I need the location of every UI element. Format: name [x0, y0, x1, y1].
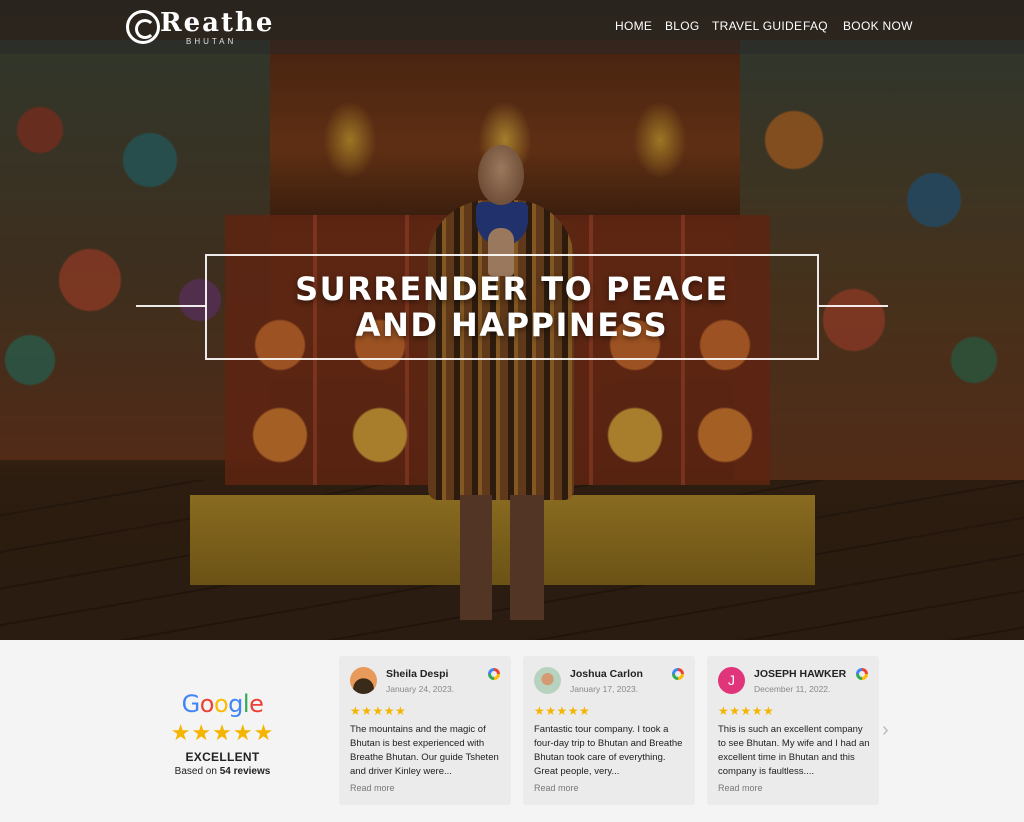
nav-faq[interactable]: FAQ	[803, 19, 828, 33]
review-text: This is such an excellent company to see…	[718, 724, 870, 777]
review-date: January 24, 2023.	[386, 684, 455, 694]
review-text: The mountains and the magic of Bhutan is…	[350, 724, 499, 777]
headline-rule-left	[136, 305, 206, 307]
read-more-link[interactable]: Read more	[718, 783, 763, 793]
hero-headline: SURRENDER TO PEACE AND HAPPINESS	[295, 270, 729, 344]
summary-stars: ★★★★★	[170, 720, 275, 745]
next-arrow-icon[interactable]: ›	[882, 720, 889, 740]
review-stars: ★★★★★	[534, 704, 591, 718]
google-icon	[672, 668, 684, 680]
reviewer-name: Joshua Carlon	[570, 668, 643, 680]
review-card: Joshua Carlon January 17, 2023. ★★★★★ Fa…	[523, 656, 695, 805]
nav-travel-guide[interactable]: TRAVEL GUIDE	[712, 19, 802, 33]
read-more-link[interactable]: Read more	[350, 783, 395, 793]
avatar	[350, 667, 377, 694]
read-more-link[interactable]: Read more	[534, 783, 579, 793]
nav-blog[interactable]: BLOG	[665, 19, 700, 33]
review-date: January 17, 2023.	[570, 684, 639, 694]
google-icon	[856, 668, 868, 680]
site-logo[interactable]: Reathe BHUTAN	[126, 8, 296, 48]
rating-summary: Google ★★★★★ EXCELLENT Based on 54 revie…	[160, 690, 285, 777]
google-icon	[488, 668, 500, 680]
logo-text: Reathe	[160, 8, 275, 38]
review-card: Sheila Despi January 24, 2023. ★★★★★ The…	[339, 656, 511, 805]
google-logo: Google	[181, 690, 264, 718]
avatar: J	[718, 667, 745, 694]
review-card: J JOSEPH HAWKER December 11, 2022. ★★★★★…	[707, 656, 879, 805]
review-date: December 11, 2022.	[754, 684, 831, 694]
review-text: Fantastic tour company. I took a four-da…	[534, 724, 683, 777]
hero-image: SURRENDER TO PEACE AND HAPPINESS	[0, 0, 1024, 640]
reviews-section: Google ★★★★★ EXCELLENT Based on 54 revie…	[0, 640, 1024, 822]
headline-frame: SURRENDER TO PEACE AND HAPPINESS	[205, 254, 819, 360]
headline-rule-right	[818, 305, 888, 307]
nav-home[interactable]: HOME	[615, 19, 652, 33]
logo-subtext: BHUTAN	[186, 37, 237, 46]
nav-book-now[interactable]: BOOK NOW	[843, 19, 913, 33]
rating-label: EXCELLENT	[185, 750, 260, 764]
reviewer-name: Sheila Despi	[386, 668, 449, 680]
review-stars: ★★★★★	[718, 704, 775, 718]
reviewer-name: JOSEPH HAWKER	[754, 668, 847, 680]
review-count: Based on 54 reviews	[174, 766, 271, 777]
logo-swirl-icon	[126, 10, 160, 44]
avatar	[534, 667, 561, 694]
review-stars: ★★★★★	[350, 704, 407, 718]
top-navbar: Reathe BHUTAN HOME BLOG TRAVEL GUIDE FAQ…	[0, 0, 1024, 54]
